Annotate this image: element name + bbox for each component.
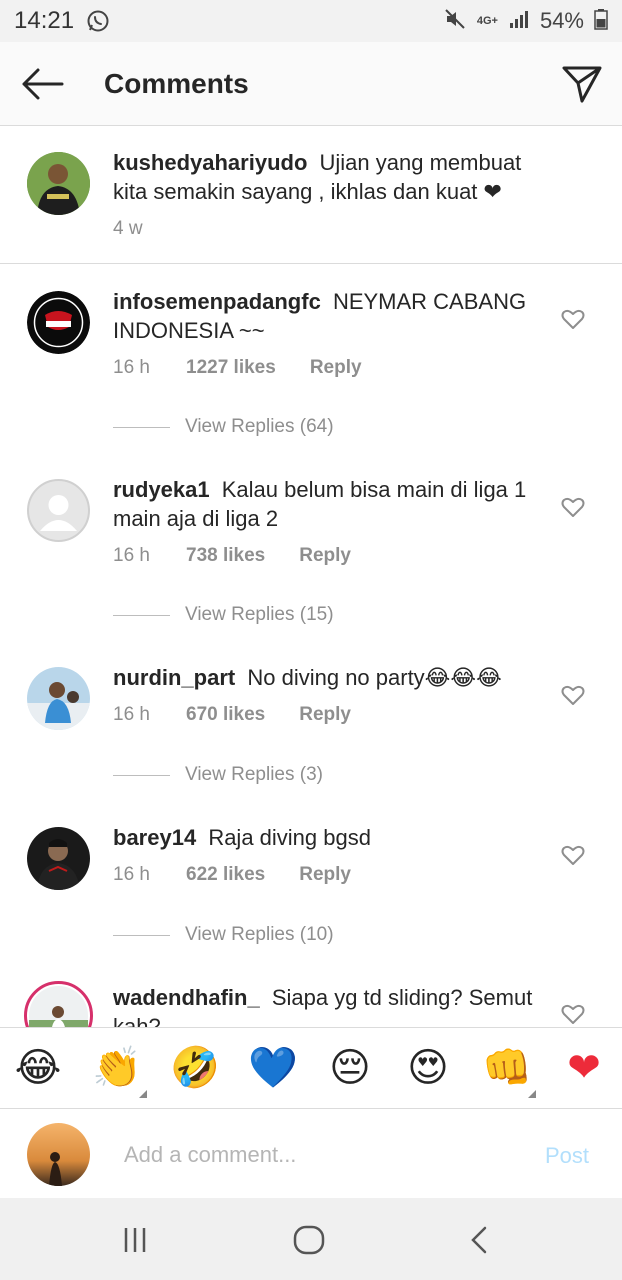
emoji-rolling-laughing-button[interactable]: 🤣 (170, 1044, 220, 1092)
comment-time: 16 h (113, 864, 150, 885)
whatsapp-icon (86, 9, 110, 33)
paper-plane-icon (562, 66, 602, 102)
emoji-red-heart-button[interactable]: ❤ (560, 1044, 608, 1092)
view-replies-label: View Replies (3) (185, 764, 323, 785)
emoji-heart-eyes-button[interactable]: 😍 (404, 1044, 452, 1092)
arrow-left-icon (22, 68, 64, 99)
emoji-fist-bump-button[interactable]: 👊 (482, 1044, 532, 1092)
like-heart-icon[interactable] (560, 682, 586, 708)
comment-body: No diving no party😂😂😂 (247, 665, 502, 690)
status-time: 14:21 (14, 7, 75, 34)
avatar[interactable] (27, 152, 90, 215)
caption-time: 4 w (113, 218, 143, 239)
emoji-clapping-button[interactable]: 👏 (92, 1044, 142, 1092)
emoji-bar: 😂 👏 🤣 💙 😔 😍 👊 ❤ (0, 1027, 622, 1109)
avatar[interactable] (27, 479, 90, 542)
back-nav-button[interactable] (462, 1222, 498, 1258)
avatar[interactable] (27, 291, 90, 354)
emoji-pensive-button[interactable]: 😔 (326, 1044, 374, 1092)
view-replies-label: View Replies (64) (185, 416, 334, 437)
divider-line (113, 426, 170, 428)
comment-text: rudyeka1 Kalau belum bisa main di liga 1… (113, 475, 543, 533)
skin-tone-indicator-icon (139, 1090, 147, 1098)
comment-text: infosemenpadangfc NEYMAR CABANG INDONESI… (113, 287, 543, 345)
comment-meta: 16 h 622 likes Reply (113, 864, 351, 886)
status-right: 4G+ 54% (443, 7, 608, 36)
view-replies-button[interactable]: View Replies (15) (113, 604, 334, 626)
avatar-story-ring[interactable] (24, 981, 93, 1027)
comment-likes[interactable]: 738 likes (186, 545, 265, 567)
comment-meta: 16 h 670 likes Reply (113, 704, 351, 726)
home-button[interactable] (291, 1222, 327, 1258)
like-heart-icon[interactable] (560, 842, 586, 868)
home-icon (293, 1225, 325, 1255)
like-heart-icon[interactable] (560, 494, 586, 520)
view-replies-button[interactable]: View Replies (3) (113, 764, 323, 786)
skin-tone-indicator-icon (528, 1090, 536, 1098)
comment-likes[interactable]: 622 likes (186, 864, 265, 886)
page-title: Comments (104, 67, 249, 99)
status-bar: 14:21 4G+ 54% (0, 0, 622, 42)
comment-meta: 16 h 738 likes Reply (113, 545, 351, 567)
caption-meta: 4 w (113, 218, 143, 240)
share-button[interactable] (542, 42, 622, 126)
view-replies-label: View Replies (10) (185, 924, 334, 945)
battery-percent: 54% (539, 8, 584, 33)
comment-text: nurdin_part No diving no party😂😂😂 (113, 663, 553, 692)
comment-text: barey14 Raja diving bgsd (113, 823, 543, 852)
comment-username[interactable]: rudyeka1 (113, 477, 210, 502)
caption-username[interactable]: kushedyahariyudo (113, 150, 307, 175)
comment-time: 16 h (113, 357, 150, 378)
recent-apps-icon (124, 1228, 146, 1252)
like-heart-icon[interactable] (560, 1001, 586, 1027)
comment-likes[interactable]: 670 likes (186, 704, 265, 726)
comment-time: 16 h (113, 545, 150, 566)
avatar[interactable] (27, 827, 90, 890)
system-nav-bar (0, 1198, 622, 1280)
emoji-blue-heart-button[interactable]: 💙 (248, 1044, 298, 1092)
recent-apps-button[interactable] (117, 1222, 153, 1258)
comment-meta: 16 h 1227 likes Reply (113, 357, 362, 379)
signal-icon (508, 8, 530, 35)
comment-username[interactable]: barey14 (113, 825, 196, 850)
divider-line (113, 614, 170, 616)
back-button[interactable] (2, 42, 82, 126)
avatar (27, 1123, 90, 1186)
comment-time: 16 h (113, 704, 150, 725)
comment-likes[interactable]: 1227 likes (186, 357, 276, 379)
comment-username[interactable]: wadendhafin_ (113, 985, 260, 1010)
comment-username[interactable]: infosemenpadangfc (113, 289, 321, 314)
caption-text: kushedyahariyudo Ujian yang membuat kita… (113, 148, 543, 206)
comments-list[interactable]: infosemenpadangfc NEYMAR CABANG INDONESI… (0, 265, 622, 1027)
view-replies-button[interactable]: View Replies (10) (113, 924, 334, 946)
post-caption: kushedyahariyudo Ujian yang membuat kita… (0, 127, 622, 264)
header: Comments (0, 42, 622, 126)
reply-button[interactable]: Reply (299, 545, 351, 567)
network-label: 4G+ (476, 15, 498, 27)
chevron-left-icon (471, 1226, 487, 1254)
avatar[interactable] (27, 667, 90, 730)
like-heart-icon[interactable] (560, 306, 586, 332)
view-replies-label: View Replies (15) (185, 604, 334, 625)
comment-composer: Post (0, 1110, 622, 1198)
divider-line (113, 934, 170, 936)
divider-line (113, 774, 170, 776)
mute-icon (443, 7, 467, 36)
emoji-tears-of-joy-button[interactable]: 😂 (14, 1044, 62, 1092)
battery-icon (594, 8, 608, 35)
reply-button[interactable]: Reply (299, 704, 351, 726)
comment-body: Raja diving bgsd (208, 825, 371, 850)
reply-button[interactable]: Reply (299, 864, 351, 886)
comment-input[interactable] (124, 1138, 504, 1172)
comment-username[interactable]: nurdin_part (113, 665, 235, 690)
post-button[interactable]: Post (545, 1143, 589, 1169)
reply-button[interactable]: Reply (310, 357, 362, 379)
comment-text: wadendhafin_ Siapa yg td sliding? Semut … (113, 983, 543, 1027)
view-replies-button[interactable]: View Replies (64) (113, 416, 334, 438)
